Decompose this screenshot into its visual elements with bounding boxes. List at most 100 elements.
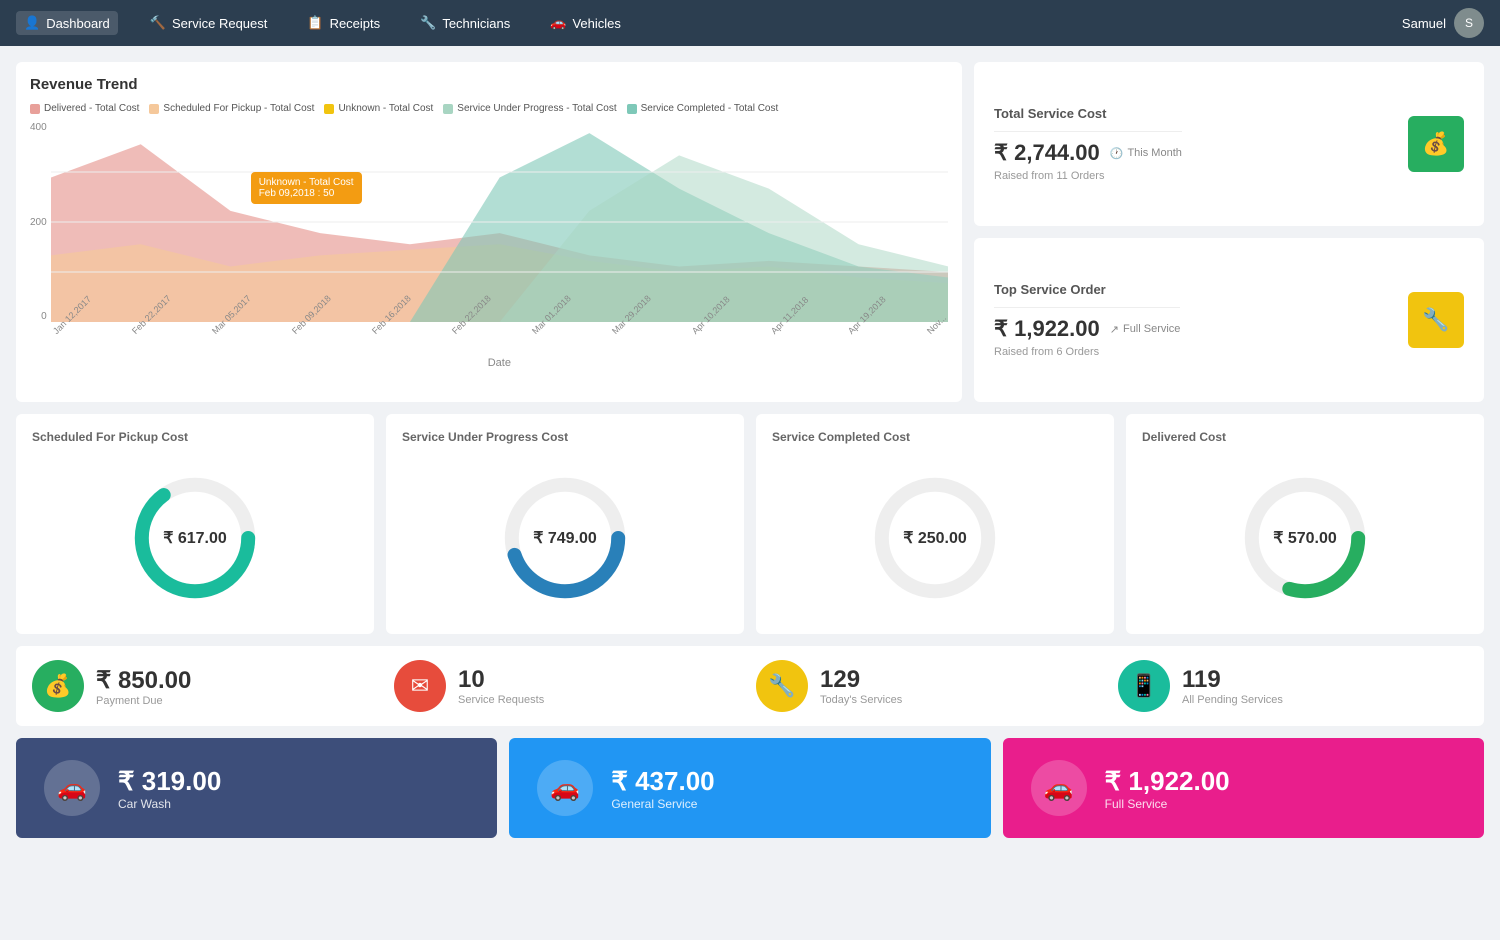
full-service-amount: ₹ 1,922.00: [1105, 766, 1230, 797]
car-wash-icon: 🚗: [44, 760, 100, 816]
general-service-card[interactable]: 🚗 ₹ 437.00 General Service: [509, 738, 990, 838]
todays-services-text: 129 Today's Services: [820, 666, 902, 706]
service-requests-text: 10 Service Requests: [458, 666, 544, 706]
service-requests-count: 10: [458, 666, 544, 694]
period-label: This Month: [1127, 147, 1181, 159]
y-label-0: 0: [41, 311, 47, 322]
stat-service-requests: ✉ 10 Service Requests: [394, 660, 744, 712]
top-service-title: Top Service Order: [994, 282, 1180, 297]
legend-item-0: Delivered - Total Cost: [30, 103, 139, 114]
wrench-service-icon: 🔧: [1408, 292, 1464, 348]
total-service-cost-info: Total Service Cost ₹ 2,744.00 🕐 This Mon…: [994, 106, 1182, 182]
pending-services-label: All Pending Services: [1182, 694, 1283, 706]
chart-panel: Revenue Trend Delivered - Total Cost Sch…: [16, 62, 962, 402]
x-axis: Jan 12,2017 Feb 22,2017 Mar 05,2017 Feb …: [51, 325, 948, 343]
revenue-section: Revenue Trend Delivered - Total Cost Sch…: [16, 62, 1484, 402]
nav-service-request[interactable]: 🔨 Service Request: [142, 11, 276, 35]
pending-services-text: 119 All Pending Services: [1182, 666, 1283, 706]
scheduled-pickup-donut: ₹ 617.00: [32, 458, 358, 618]
top-service-order-info: Top Service Order ₹ 1,922.00 ↗ Full Serv…: [994, 282, 1180, 358]
full-service-card[interactable]: 🚗 ₹ 1,922.00 Full Service: [1003, 738, 1484, 838]
chart-legend: Delivered - Total Cost Scheduled For Pic…: [30, 103, 948, 114]
full-service-info: ₹ 1,922.00 Full Service: [1105, 766, 1230, 811]
vehicle-icon: 🚗: [550, 15, 566, 31]
wrench-icon: 🔨: [150, 15, 166, 31]
nav-service-request-label: Service Request: [172, 16, 267, 31]
car-wash-card[interactable]: 🚗 ₹ 319.00 Car Wash: [16, 738, 497, 838]
legend-label-0: Delivered - Total Cost: [44, 103, 139, 114]
top-service-sub: Raised from 6 Orders: [994, 346, 1180, 358]
legend-item-1: Scheduled For Pickup - Total Cost: [149, 103, 314, 114]
chart-title: Revenue Trend: [30, 76, 948, 93]
top-service-amount-row: ₹ 1,922.00 ↗ Full Service: [994, 316, 1180, 342]
service-completed-donut: ₹ 250.00: [772, 458, 1098, 618]
full-service-icon: 🚗: [1031, 760, 1087, 816]
nav-technicians[interactable]: 🔧 Technicians: [412, 11, 518, 35]
nav-vehicles[interactable]: 🚗 Vehicles: [542, 11, 629, 35]
service-progress-title: Service Under Progress Cost: [402, 430, 568, 444]
chart-svg-container: Unknown - Total Cost Feb 09,2018 : 50 Ja…: [51, 122, 948, 352]
scheduled-pickup-title: Scheduled For Pickup Cost: [32, 430, 188, 444]
legend-label-4: Service Completed - Total Cost: [641, 103, 779, 114]
receipt-icon: 📋: [307, 15, 323, 31]
car-wash-amount: ₹ 319.00: [118, 766, 221, 797]
chart-svg: [51, 122, 948, 322]
main-content: Revenue Trend Delivered - Total Cost Sch…: [0, 46, 1500, 854]
general-service-info: ₹ 437.00 General Service: [611, 766, 714, 811]
nav-user: Samuel S: [1402, 8, 1484, 38]
car-wash-info: ₹ 319.00 Car Wash: [118, 766, 221, 811]
service-type-tag: ↗ Full Service: [1110, 323, 1181, 336]
legend-label-2: Unknown - Total Cost: [338, 103, 433, 114]
general-service-amount: ₹ 437.00: [611, 766, 714, 797]
stat-todays-services: 🔧 129 Today's Services: [756, 660, 1106, 712]
delivered-cost-amount: ₹ 570.00: [1273, 528, 1337, 548]
nav-vehicles-label: Vehicles: [572, 16, 620, 31]
full-service-label: Full Service: [1105, 797, 1230, 811]
nav-dashboard-label: Dashboard: [46, 16, 110, 31]
general-service-icon: 🚗: [537, 760, 593, 816]
todays-services-label: Today's Services: [820, 694, 902, 706]
pending-services-count: 119: [1182, 666, 1283, 694]
service-type: Full Service: [1123, 323, 1180, 335]
right-panels: Total Service Cost ₹ 2,744.00 🕐 This Mon…: [974, 62, 1484, 402]
scheduled-pickup-cost-card: Scheduled For Pickup Cost ₹ 617.00: [16, 414, 374, 634]
pending-services-icon: 📱: [1118, 660, 1170, 712]
x-axis-title: Date: [51, 357, 948, 369]
user-avatar[interactable]: S: [1454, 8, 1484, 38]
username: Samuel: [1402, 16, 1446, 31]
technician-icon: 🔧: [420, 15, 436, 31]
payment-due-amount: ₹ 850.00: [96, 666, 191, 695]
legend-label-3: Service Under Progress - Total Cost: [457, 103, 616, 114]
month-tag: 🕐 This Month: [1110, 147, 1182, 160]
payment-due-label: Payment Due: [96, 695, 191, 707]
cost-cards-row: Scheduled For Pickup Cost ₹ 617.00 Servi…: [16, 414, 1484, 634]
top-service-amount: ₹ 1,922.00: [994, 316, 1100, 342]
clock-icon: 🕐: [1110, 147, 1124, 160]
service-completed-title: Service Completed Cost: [772, 430, 910, 444]
nav-receipts[interactable]: 📋 Receipts: [299, 11, 388, 35]
service-completed-amount: ₹ 250.00: [903, 528, 967, 548]
legend-item-3: Service Under Progress - Total Cost: [443, 103, 616, 114]
general-service-label: General Service: [611, 797, 714, 811]
scheduled-pickup-amount: ₹ 617.00: [163, 528, 227, 548]
bottom-cards-row: 🚗 ₹ 319.00 Car Wash 🚗 ₹ 437.00 General S…: [16, 738, 1484, 838]
delivered-cost-card: Delivered Cost ₹ 570.00: [1126, 414, 1484, 634]
nav-dashboard[interactable]: 👤 Dashboard: [16, 11, 118, 35]
total-service-cost-title: Total Service Cost: [994, 106, 1182, 121]
total-service-cost-card: Total Service Cost ₹ 2,744.00 🕐 This Mon…: [974, 62, 1484, 226]
stats-row: 💰 ₹ 850.00 Payment Due ✉ 10 Service Requ…: [16, 646, 1484, 726]
service-progress-cost-card: Service Under Progress Cost ₹ 749.00: [386, 414, 744, 634]
car-wash-label: Car Wash: [118, 797, 221, 811]
delivered-cost-title: Delivered Cost: [1142, 430, 1226, 444]
payment-due-icon: 💰: [32, 660, 84, 712]
todays-services-count: 129: [820, 666, 902, 694]
chart-container: 400 200 0: [30, 122, 948, 352]
service-progress-amount: ₹ 749.00: [533, 528, 597, 548]
legend-item-4: Service Completed - Total Cost: [627, 103, 779, 114]
total-service-sub: Raised from 11 Orders: [994, 170, 1182, 182]
legend-label-1: Scheduled For Pickup - Total Cost: [163, 103, 314, 114]
legend-item-2: Unknown - Total Cost: [324, 103, 433, 114]
service-requests-label: Service Requests: [458, 694, 544, 706]
service-requests-icon: ✉: [394, 660, 446, 712]
legend-dot-4: [627, 104, 637, 114]
